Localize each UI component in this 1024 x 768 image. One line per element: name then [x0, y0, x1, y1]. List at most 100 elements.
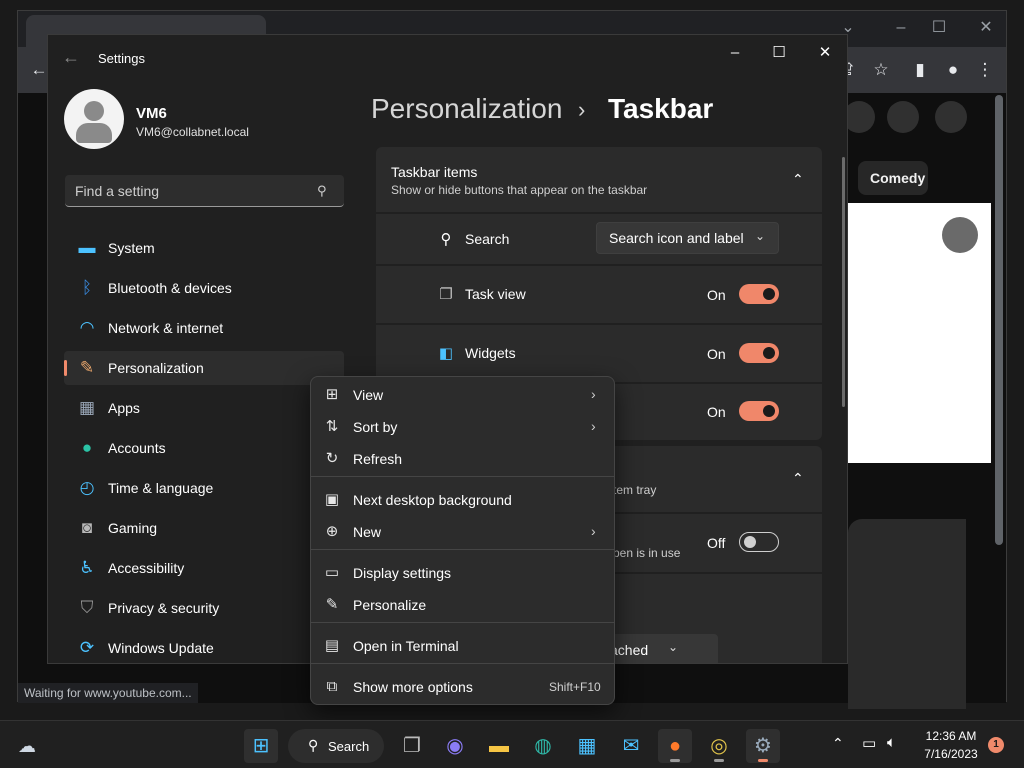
- channel-avatar[interactable]: [887, 101, 919, 133]
- clock-date[interactable]: 7/16/2023: [916, 747, 986, 761]
- task-view-icon[interactable]: ❐: [395, 729, 429, 763]
- menu-item-label: Personalize: [353, 597, 427, 613]
- file-explorer-icon[interactable]: ▬: [482, 729, 516, 763]
- chevron-right-icon: ›: [591, 386, 596, 402]
- sidebar-item-label: Personalization: [108, 360, 204, 376]
- breadcrumb-parent[interactable]: Personalization: [371, 93, 562, 125]
- chevron-down-icon: ⌄: [755, 229, 766, 243]
- menu-item-view[interactable]: ⊞ View ›: [315, 380, 610, 410]
- tray-chevron-icon[interactable]: ⌃: [832, 735, 844, 752]
- start-button[interactable]: ⊞: [244, 729, 278, 763]
- sidebar-item-windows-update[interactable]: ⟳ Windows Update: [64, 631, 344, 663]
- browser-maximize-icon[interactable]: ☐: [924, 17, 954, 39]
- tray-option-dropdown[interactable]: ached ⌄: [598, 634, 718, 663]
- store-icon[interactable]: ▦: [570, 729, 604, 763]
- menu-item-label: View: [353, 387, 384, 403]
- clock-time[interactable]: 12:36 AM: [916, 729, 986, 743]
- widgets-toggle[interactable]: [739, 343, 779, 363]
- sidebar-item-privacy-security[interactable]: ⛉ Privacy & security: [64, 591, 344, 625]
- close-icon[interactable]: ✕: [802, 39, 847, 67]
- back-arrow-icon[interactable]: ←: [62, 47, 80, 68]
- firefox-icon[interactable]: ●: [658, 729, 692, 763]
- menu-item-label: Refresh: [353, 451, 403, 467]
- taskbar-search-button[interactable]: ⚲ Search: [288, 729, 384, 763]
- weather-icon[interactable]: ☁: [10, 729, 44, 763]
- sidebar-item-personalization[interactable]: ✎ Personalization: [64, 351, 344, 385]
- sidebar-item-network-internet[interactable]: ◠ Network & internet: [64, 311, 344, 345]
- menu-item-display-settings[interactable]: ▭ Display settings: [315, 558, 610, 588]
- chevron-up-icon[interactable]: ⌃: [792, 470, 804, 487]
- breadcrumb-separator: ›: [578, 97, 586, 122]
- sidepanel-icon[interactable]: ▮: [909, 59, 931, 81]
- find-setting-input[interactable]: [75, 182, 305, 200]
- monitor-icon: ▬: [78, 238, 96, 257]
- browser-minimize-icon[interactable]: –: [886, 17, 916, 39]
- browser-scrollbar[interactable]: [995, 95, 1003, 545]
- search-icon[interactable]: ⚲: [317, 183, 327, 199]
- menu-item-new[interactable]: ⊕ New ›: [315, 517, 610, 547]
- sidebar-item-apps[interactable]: ▦ Apps: [64, 391, 344, 425]
- display-icon: ▭: [324, 564, 340, 581]
- pen-menu-toggle[interactable]: [739, 532, 779, 552]
- mail-icon[interactable]: ✉: [614, 729, 648, 763]
- settings-gear-icon[interactable]: ⚙: [746, 729, 780, 763]
- sidebar-item-gaming[interactable]: ◙ Gaming: [64, 511, 344, 545]
- video-channel-avatar[interactable]: [942, 217, 978, 253]
- maximize-icon[interactable]: ☐: [756, 39, 802, 67]
- menu-item-label: Next desktop background: [353, 492, 512, 508]
- task-view-toggle[interactable]: [739, 284, 779, 304]
- chat-icon[interactable]: ◉: [438, 729, 472, 763]
- menu-item-personalize[interactable]: ✎ Personalize: [315, 590, 610, 620]
- volume-icon[interactable]: 🔈︎: [887, 734, 896, 751]
- search-icon: ⚲: [440, 231, 452, 248]
- menu-item-shortcut: Shift+F10: [549, 680, 601, 694]
- menu-item-sort-by[interactable]: ⇅ Sort by ›: [315, 412, 610, 442]
- notification-badge[interactable]: 1: [988, 737, 1004, 753]
- profile-icon[interactable]: ●: [942, 59, 964, 81]
- settings-titlebar: ← Settings – ☐ ✕: [48, 35, 847, 81]
- menu-item-next-desktop-background[interactable]: ▣ Next desktop background: [315, 485, 610, 515]
- sidebar-item-accounts[interactable]: ● Accounts: [64, 431, 344, 465]
- bookmark-star-icon[interactable]: ☆: [870, 59, 892, 81]
- person-icon: ●: [81, 438, 93, 457]
- search-mode-dropdown[interactable]: Search icon and label ⌄: [596, 222, 779, 254]
- chip-comedy[interactable]: Comedy: [858, 161, 928, 195]
- user-avatar[interactable]: [64, 89, 124, 149]
- edge-icon[interactable]: ◍: [526, 729, 560, 763]
- chevron-right-icon: ›: [591, 418, 596, 434]
- sidebar-item-label: Gaming: [108, 520, 158, 536]
- browser-menu-icon[interactable]: ⋮: [974, 59, 996, 81]
- search-mode-value: Search icon and label: [609, 230, 744, 246]
- more-options-icon: ⧉: [326, 678, 338, 695]
- sidebar-item-bluetooth-devices[interactable]: ᛒ Bluetooth & devices: [64, 271, 344, 305]
- pen-menu-subtitle: pen is in use: [613, 546, 681, 560]
- settings-scrollbar[interactable]: [842, 157, 845, 407]
- browser-close-icon[interactable]: ✕: [971, 17, 1001, 39]
- channel-avatar[interactable]: [935, 101, 967, 133]
- minimize-icon[interactable]: –: [712, 39, 758, 67]
- chrome-icon[interactable]: ◎: [702, 729, 736, 763]
- sidebar-item-accessibility[interactable]: ♿ Accessibility: [64, 551, 344, 585]
- menu-item-refresh[interactable]: ↻ Refresh: [315, 444, 610, 474]
- video-card[interactable]: [848, 519, 966, 709]
- user-email: VM6@collabnet.local: [136, 125, 249, 139]
- sidebar-item-label: Apps: [108, 400, 140, 416]
- sidebar-item-label: Bluetooth & devices: [108, 280, 232, 296]
- chat-toggle[interactable]: [739, 401, 779, 421]
- globe-clock-icon: ◴: [79, 478, 95, 497]
- sidebar-item-system[interactable]: ▬ System: [64, 231, 344, 265]
- menu-item-open-in-terminal[interactable]: ▤ Open in Terminal: [315, 631, 610, 661]
- chevron-right-icon: ›: [591, 523, 596, 539]
- find-setting-box[interactable]: ⚲: [65, 175, 344, 207]
- network-icon[interactable]: ▭: [862, 734, 876, 752]
- menu-separator: [311, 663, 614, 664]
- refresh-icon: ↻: [325, 450, 339, 467]
- taskbar-items-header[interactable]: Taskbar items Show or hide buttons that …: [376, 147, 822, 212]
- gamepad-icon: ◙: [81, 518, 93, 537]
- shield-icon: ⛉: [80, 598, 94, 617]
- sidebar-item-time-language[interactable]: ◴ Time & language: [64, 471, 344, 505]
- chevron-up-icon[interactable]: ⌃: [792, 171, 804, 188]
- tray-option-value: ached: [610, 642, 649, 658]
- menu-item-show-more-options[interactable]: ⧉ Show more options Shift+F10: [315, 672, 610, 702]
- menu-item-label: Show more options: [353, 679, 473, 695]
